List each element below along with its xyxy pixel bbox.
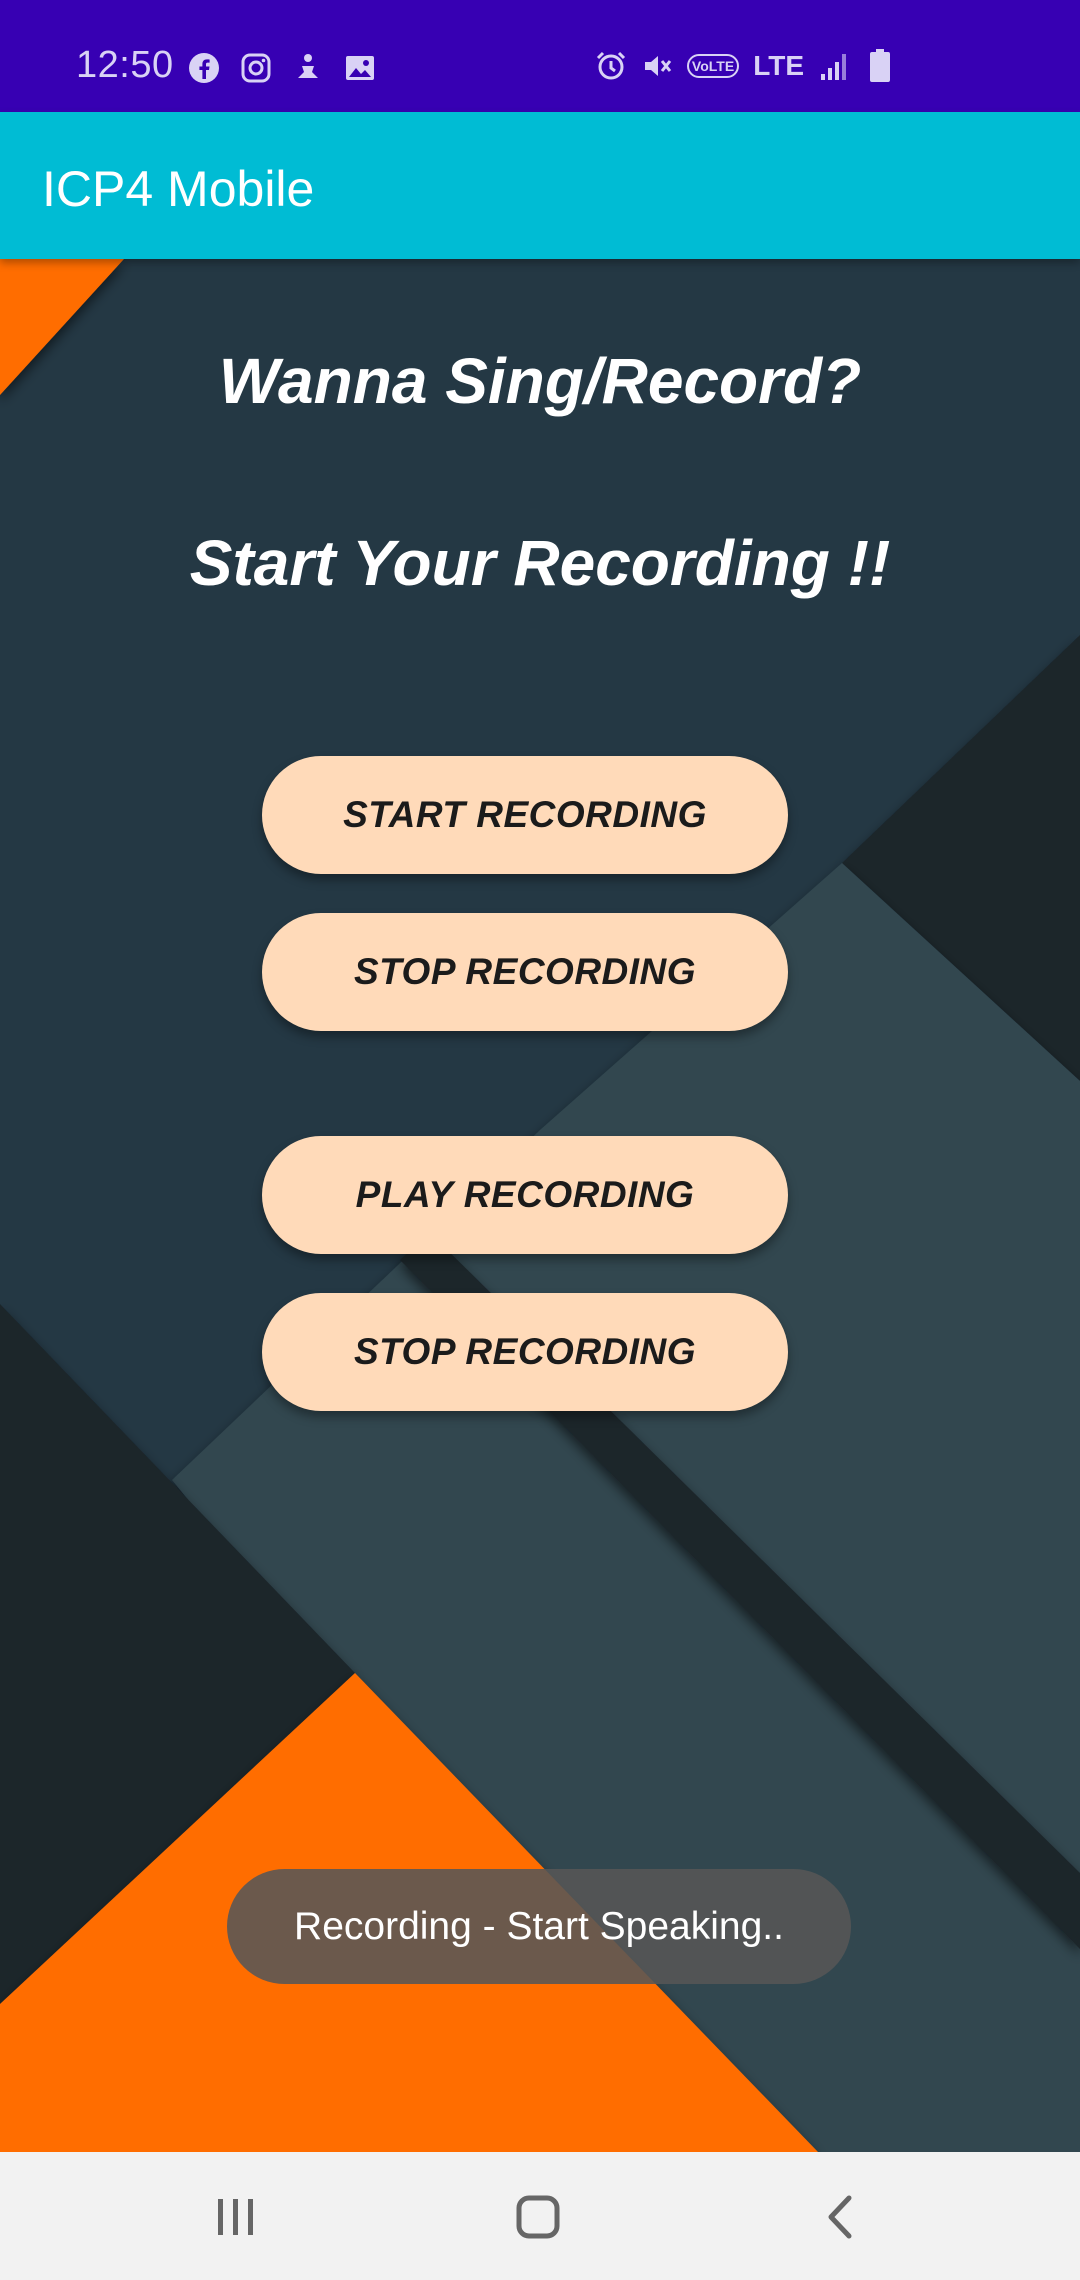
back-icon [828, 2195, 852, 2239]
lte-label: LTE [753, 50, 804, 81]
app-bar: ICP4 Mobile [0, 112, 1080, 259]
stop-recording-button[interactable]: STOP RECORDING [262, 913, 788, 1031]
toast-message: Recording - Start Speaking.. [227, 1869, 851, 1984]
gallery-icon [344, 52, 376, 84]
app-title: ICP4 Mobile [42, 161, 315, 217]
mute-icon [641, 50, 673, 82]
play-recording-button[interactable]: PLAY RECORDING [262, 1136, 788, 1254]
notification-icons [188, 52, 376, 84]
heading-wanna-sing: Wanna Sing/Record? [218, 345, 862, 417]
recents-icon [218, 2199, 253, 2235]
start-recording-button[interactable]: START RECORDING [262, 756, 788, 874]
facebook-icon [188, 52, 220, 84]
app-screen: 12:50 VoLTE LTE ICP4 Mobile Wanna Sing/R… [0, 0, 1080, 2280]
volte-icon: VoLTE [686, 54, 740, 78]
home-button[interactable] [498, 2182, 578, 2252]
status-bar: 12:50 VoLTE LTE [0, 0, 1080, 112]
system-status-icons: VoLTE LTE [595, 49, 896, 82]
home-icon [516, 2195, 560, 2239]
heading-start-recording: Start Your Recording !! [189, 527, 891, 599]
signal-icon [818, 50, 850, 82]
alarm-icon [595, 50, 627, 82]
back-button[interactable] [800, 2182, 880, 2252]
stop-playback-button[interactable]: STOP RECORDING [262, 1293, 788, 1411]
yoga-icon [292, 52, 324, 84]
recents-button[interactable] [196, 2182, 276, 2252]
navigation-bar [0, 2152, 1080, 2280]
status-time: 12:50 [76, 44, 174, 86]
battery-icon [864, 49, 896, 82]
instagram-icon [240, 52, 272, 84]
